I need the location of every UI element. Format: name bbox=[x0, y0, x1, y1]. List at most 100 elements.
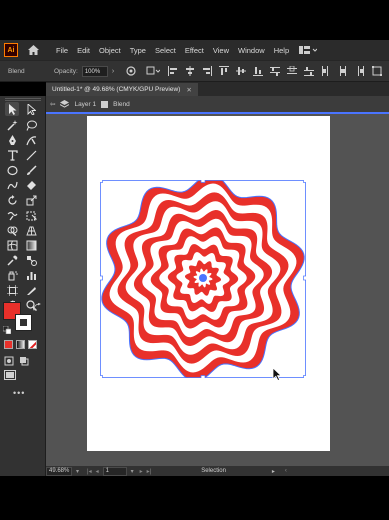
menu-help[interactable]: Help bbox=[274, 46, 289, 55]
back-arrow-icon[interactable]: ⇦ bbox=[50, 100, 55, 108]
layers-icon bbox=[60, 100, 70, 108]
symbol-sprayer-tool-icon[interactable] bbox=[5, 268, 19, 282]
first-artboard-icon[interactable]: |◂ bbox=[87, 468, 92, 475]
blend-tool-icon[interactable] bbox=[24, 253, 38, 267]
resize-handle[interactable] bbox=[303, 180, 307, 183]
align-vcenter-icon[interactable] bbox=[236, 66, 247, 76]
align-right-icon[interactable] bbox=[202, 66, 213, 76]
resize-handle[interactable] bbox=[303, 375, 307, 379]
menu-file[interactable]: File bbox=[56, 46, 68, 55]
opacity-field[interactable]: 100% bbox=[81, 65, 108, 77]
distribute-vcenter-icon[interactable] bbox=[287, 66, 298, 76]
status-mode: Selection bbox=[201, 468, 226, 474]
paintbrush-tool-icon[interactable] bbox=[24, 163, 38, 177]
color-button[interactable] bbox=[4, 340, 13, 349]
panel-grip bbox=[5, 98, 41, 101]
artboard-dropdown-icon[interactable]: ▾ bbox=[131, 468, 134, 475]
menu-view[interactable]: View bbox=[213, 46, 229, 55]
gradient-tool-icon[interactable] bbox=[24, 238, 38, 252]
tools-panel: ••• bbox=[0, 96, 46, 476]
status-menu-icon[interactable]: ▸ bbox=[272, 468, 275, 475]
scale-tool-icon[interactable] bbox=[24, 193, 38, 207]
align-bottom-icon[interactable] bbox=[253, 66, 264, 76]
ellipse-tool-icon[interactable] bbox=[5, 163, 19, 177]
resize-handle[interactable] bbox=[100, 275, 103, 281]
menu-effect[interactable]: Effect bbox=[185, 46, 204, 55]
direct-selection-tool-icon[interactable] bbox=[24, 102, 38, 116]
selection-tool-icon[interactable] bbox=[5, 102, 19, 116]
eraser-tool-icon[interactable] bbox=[24, 178, 38, 192]
resize-handle[interactable] bbox=[200, 375, 206, 379]
close-tab-icon[interactable]: ✕ bbox=[186, 86, 191, 94]
distribute-top-icon[interactable] bbox=[270, 66, 281, 76]
previous-artboard-icon[interactable]: ◂ bbox=[96, 468, 99, 475]
isolation-breadcrumb: ⇦ Layer 1 Blend bbox=[46, 96, 389, 114]
align-top-icon[interactable] bbox=[219, 66, 230, 76]
gradient-button[interactable] bbox=[16, 340, 25, 349]
artboard-tool-icon[interactable] bbox=[5, 283, 19, 297]
resize-handle[interactable] bbox=[100, 375, 103, 379]
align-hcenter-icon[interactable] bbox=[185, 66, 195, 76]
mesh-tool-icon[interactable] bbox=[5, 238, 19, 252]
line-segment-tool-icon[interactable] bbox=[24, 148, 38, 162]
recolor-icon[interactable] bbox=[126, 66, 136, 76]
menu-type[interactable]: Type bbox=[130, 46, 146, 55]
menu-bar: Ai File Edit Object Type Select Effect V… bbox=[0, 40, 389, 60]
warp-tool-icon[interactable] bbox=[5, 208, 19, 222]
align-left-icon[interactable] bbox=[168, 66, 178, 76]
draw-normal-icon[interactable] bbox=[4, 356, 14, 366]
opacity-label: Opacity: bbox=[54, 67, 78, 75]
zoom-dropdown-icon[interactable]: ▾ bbox=[76, 468, 79, 475]
none-button[interactable] bbox=[28, 340, 37, 349]
rotate-tool-icon[interactable] bbox=[5, 193, 19, 207]
distribute-hcenter-icon[interactable] bbox=[338, 66, 348, 76]
slice-tool-icon[interactable] bbox=[24, 283, 38, 297]
resize-handle[interactable] bbox=[303, 275, 307, 281]
artboard-number-field[interactable]: 1 bbox=[102, 466, 127, 476]
menu-select[interactable]: Select bbox=[155, 46, 176, 55]
blend-icon bbox=[101, 100, 109, 108]
document-tab[interactable]: Untitled-1* @ 49.68% (CMYK/GPU Preview) … bbox=[46, 83, 198, 96]
menu-window[interactable]: Window bbox=[238, 46, 265, 55]
breadcrumb-layer[interactable]: Layer 1 bbox=[74, 101, 96, 108]
bottom-letterbox bbox=[0, 476, 389, 520]
distribute-left-icon[interactable] bbox=[321, 66, 331, 76]
resize-handle[interactable] bbox=[200, 180, 206, 183]
screen-mode-icon[interactable] bbox=[4, 370, 16, 380]
menu-edit[interactable]: Edit bbox=[77, 46, 90, 55]
mouse-cursor-icon bbox=[272, 368, 282, 381]
default-fill-stroke-icon[interactable] bbox=[3, 326, 11, 334]
edit-toolbar-icon[interactable]: ••• bbox=[13, 388, 25, 398]
last-artboard-icon[interactable]: ▸| bbox=[147, 468, 152, 475]
top-letterbox bbox=[0, 0, 389, 40]
swap-fill-stroke-icon[interactable] bbox=[33, 303, 41, 311]
pen-tool-icon[interactable] bbox=[5, 133, 19, 147]
zoom-field[interactable]: 49.68% bbox=[46, 466, 72, 476]
distribute-bottom-icon[interactable] bbox=[304, 66, 315, 76]
perspective-grid-tool-icon[interactable] bbox=[24, 223, 38, 237]
shape-builder-tool-icon[interactable] bbox=[5, 223, 19, 237]
distribute-right-icon[interactable] bbox=[355, 66, 365, 76]
next-artboard-icon[interactable]: ▸ bbox=[140, 468, 143, 475]
home-icon[interactable] bbox=[26, 43, 40, 57]
blend-artwork[interactable] bbox=[100, 180, 306, 378]
column-graph-tool-icon[interactable] bbox=[24, 268, 38, 282]
align-to-icon[interactable] bbox=[146, 66, 161, 76]
curvature-tool-icon[interactable] bbox=[24, 133, 38, 147]
opacity-arrow-icon[interactable]: › bbox=[112, 68, 114, 75]
free-transform-tool-icon[interactable] bbox=[24, 208, 38, 222]
shaper-tool-icon[interactable] bbox=[5, 178, 19, 192]
workspace-icon[interactable] bbox=[299, 45, 318, 55]
breadcrumb-blend[interactable]: Blend bbox=[113, 101, 130, 108]
color-mode-buttons bbox=[4, 340, 37, 349]
stroke-swatch[interactable] bbox=[15, 314, 32, 331]
transform-icon[interactable] bbox=[372, 66, 383, 76]
menu-object[interactable]: Object bbox=[99, 46, 121, 55]
lasso-tool-icon[interactable] bbox=[24, 118, 38, 132]
status-scroll-left-icon[interactable]: ‹ bbox=[285, 468, 287, 474]
draw-behind-icon[interactable] bbox=[19, 356, 29, 366]
type-tool-icon[interactable] bbox=[5, 148, 19, 162]
eyedropper-tool-icon[interactable] bbox=[5, 253, 19, 267]
resize-handle[interactable] bbox=[100, 180, 103, 183]
magic-wand-tool-icon[interactable] bbox=[5, 118, 19, 132]
